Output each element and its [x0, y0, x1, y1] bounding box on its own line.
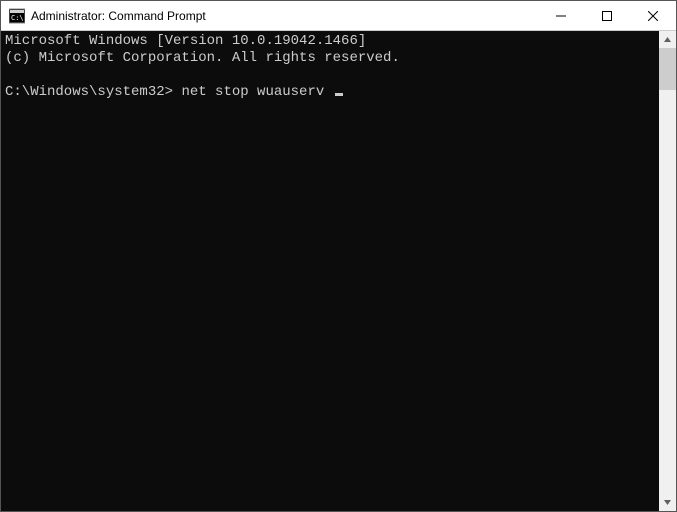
- terminal-area: Microsoft Windows [Version 10.0.19042.14…: [1, 31, 676, 511]
- cursor: [335, 93, 343, 96]
- minimize-button[interactable]: [538, 1, 584, 30]
- command-prompt-window: C:\ Administrator: Command Prompt Micros…: [0, 0, 677, 512]
- version-line: Microsoft Windows [Version 10.0.19042.14…: [5, 33, 366, 49]
- typed-command: net stop wuauserv: [181, 84, 324, 100]
- scroll-up-button[interactable]: [659, 31, 676, 48]
- copyright-line: (c) Microsoft Corporation. All rights re…: [5, 50, 400, 66]
- window-title: Administrator: Command Prompt: [31, 9, 538, 23]
- scroll-track[interactable]: [659, 48, 676, 494]
- vertical-scrollbar[interactable]: [659, 31, 676, 511]
- terminal[interactable]: Microsoft Windows [Version 10.0.19042.14…: [1, 31, 659, 511]
- close-button[interactable]: [630, 1, 676, 30]
- prompt: C:\Windows\system32>: [5, 84, 173, 100]
- window-controls: [538, 1, 676, 30]
- titlebar[interactable]: C:\ Administrator: Command Prompt: [1, 1, 676, 31]
- scroll-thumb[interactable]: [659, 48, 676, 90]
- scroll-down-button[interactable]: [659, 494, 676, 511]
- cmd-icon: C:\: [9, 8, 25, 24]
- svg-text:C:\: C:\: [11, 14, 24, 22]
- maximize-button[interactable]: [584, 1, 630, 30]
